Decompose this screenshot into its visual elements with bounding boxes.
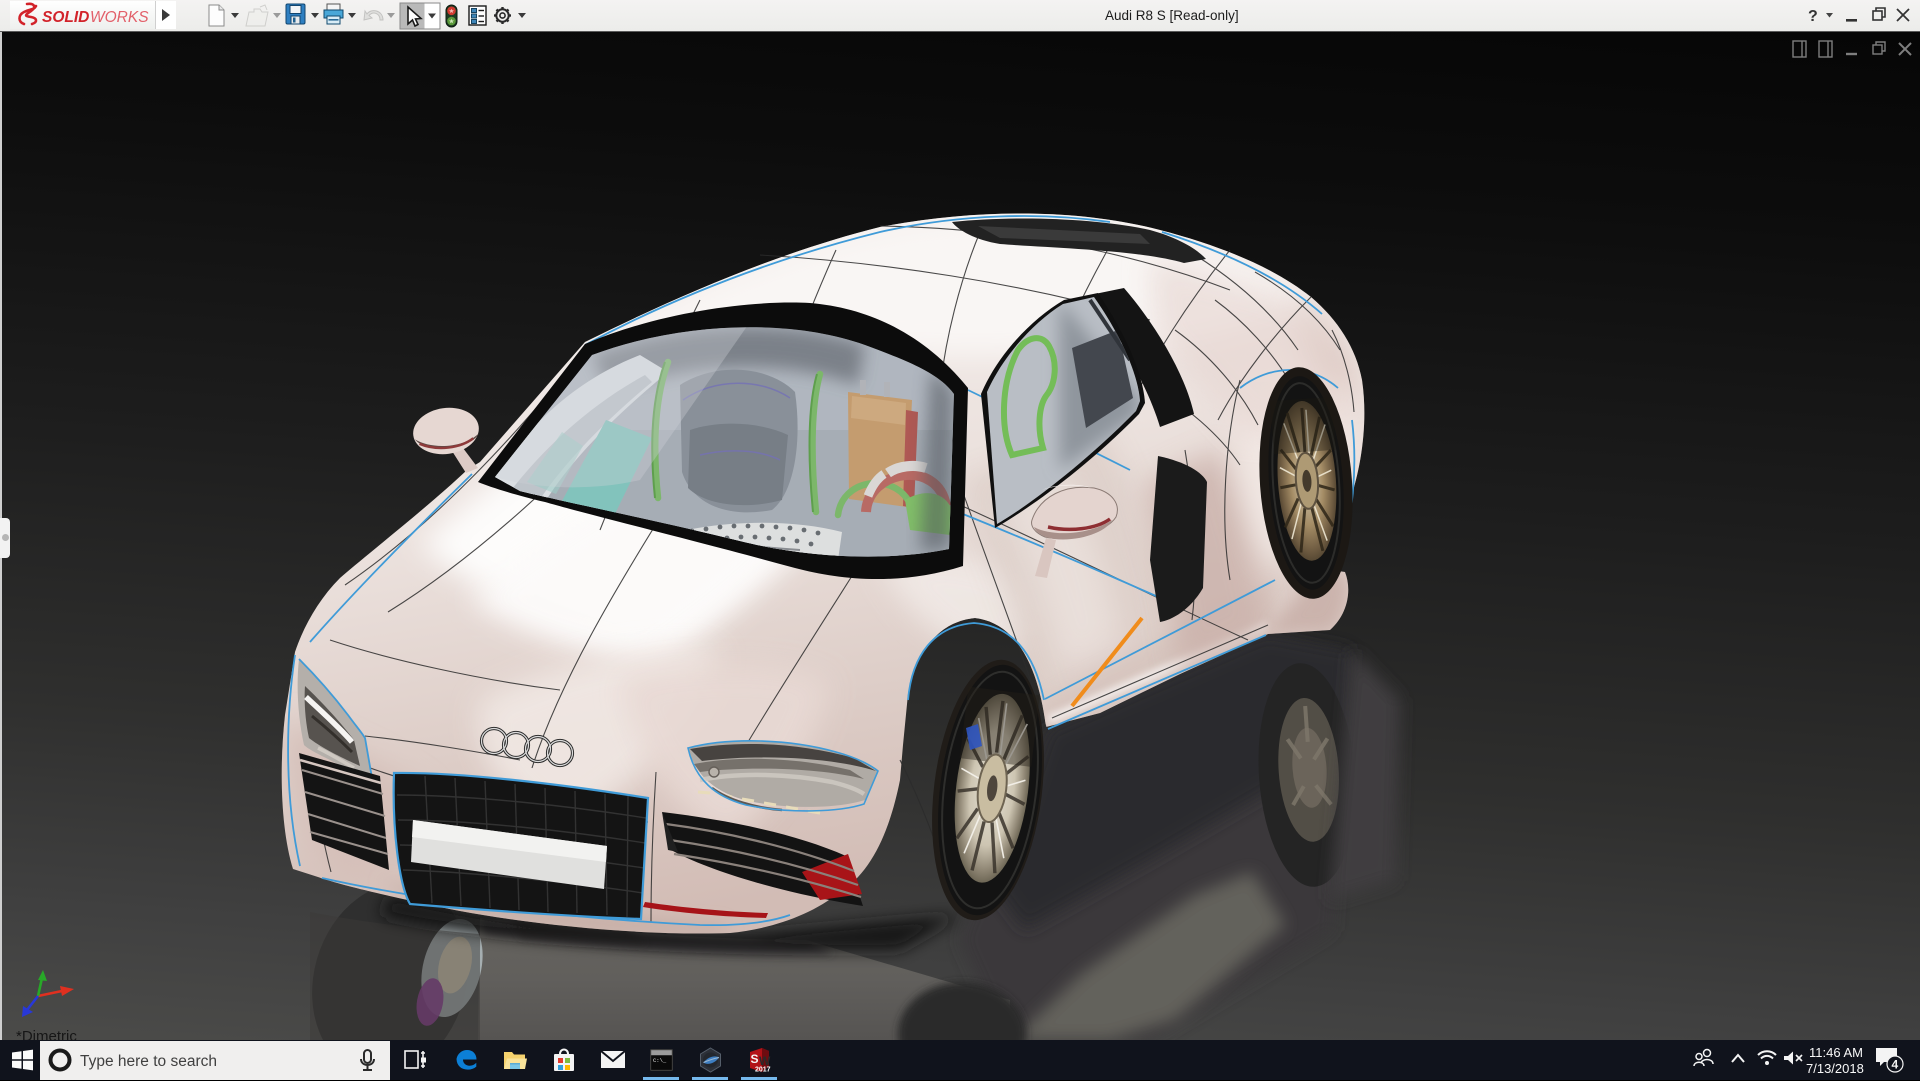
- svg-text:C:\_: C:\_: [653, 1057, 667, 1064]
- svg-text:S: S: [751, 1052, 759, 1066]
- svg-text:4: 4: [1892, 1058, 1899, 1072]
- svg-text:7/13/2018: 7/13/2018: [1806, 1061, 1864, 1076]
- svg-text:11:46 AM: 11:46 AM: [1809, 1045, 1863, 1060]
- svg-text:2017: 2017: [755, 1067, 771, 1074]
- svg-text:?: ?: [1808, 8, 1818, 25]
- svg-text:Type here to search: Type here to search: [80, 1053, 217, 1070]
